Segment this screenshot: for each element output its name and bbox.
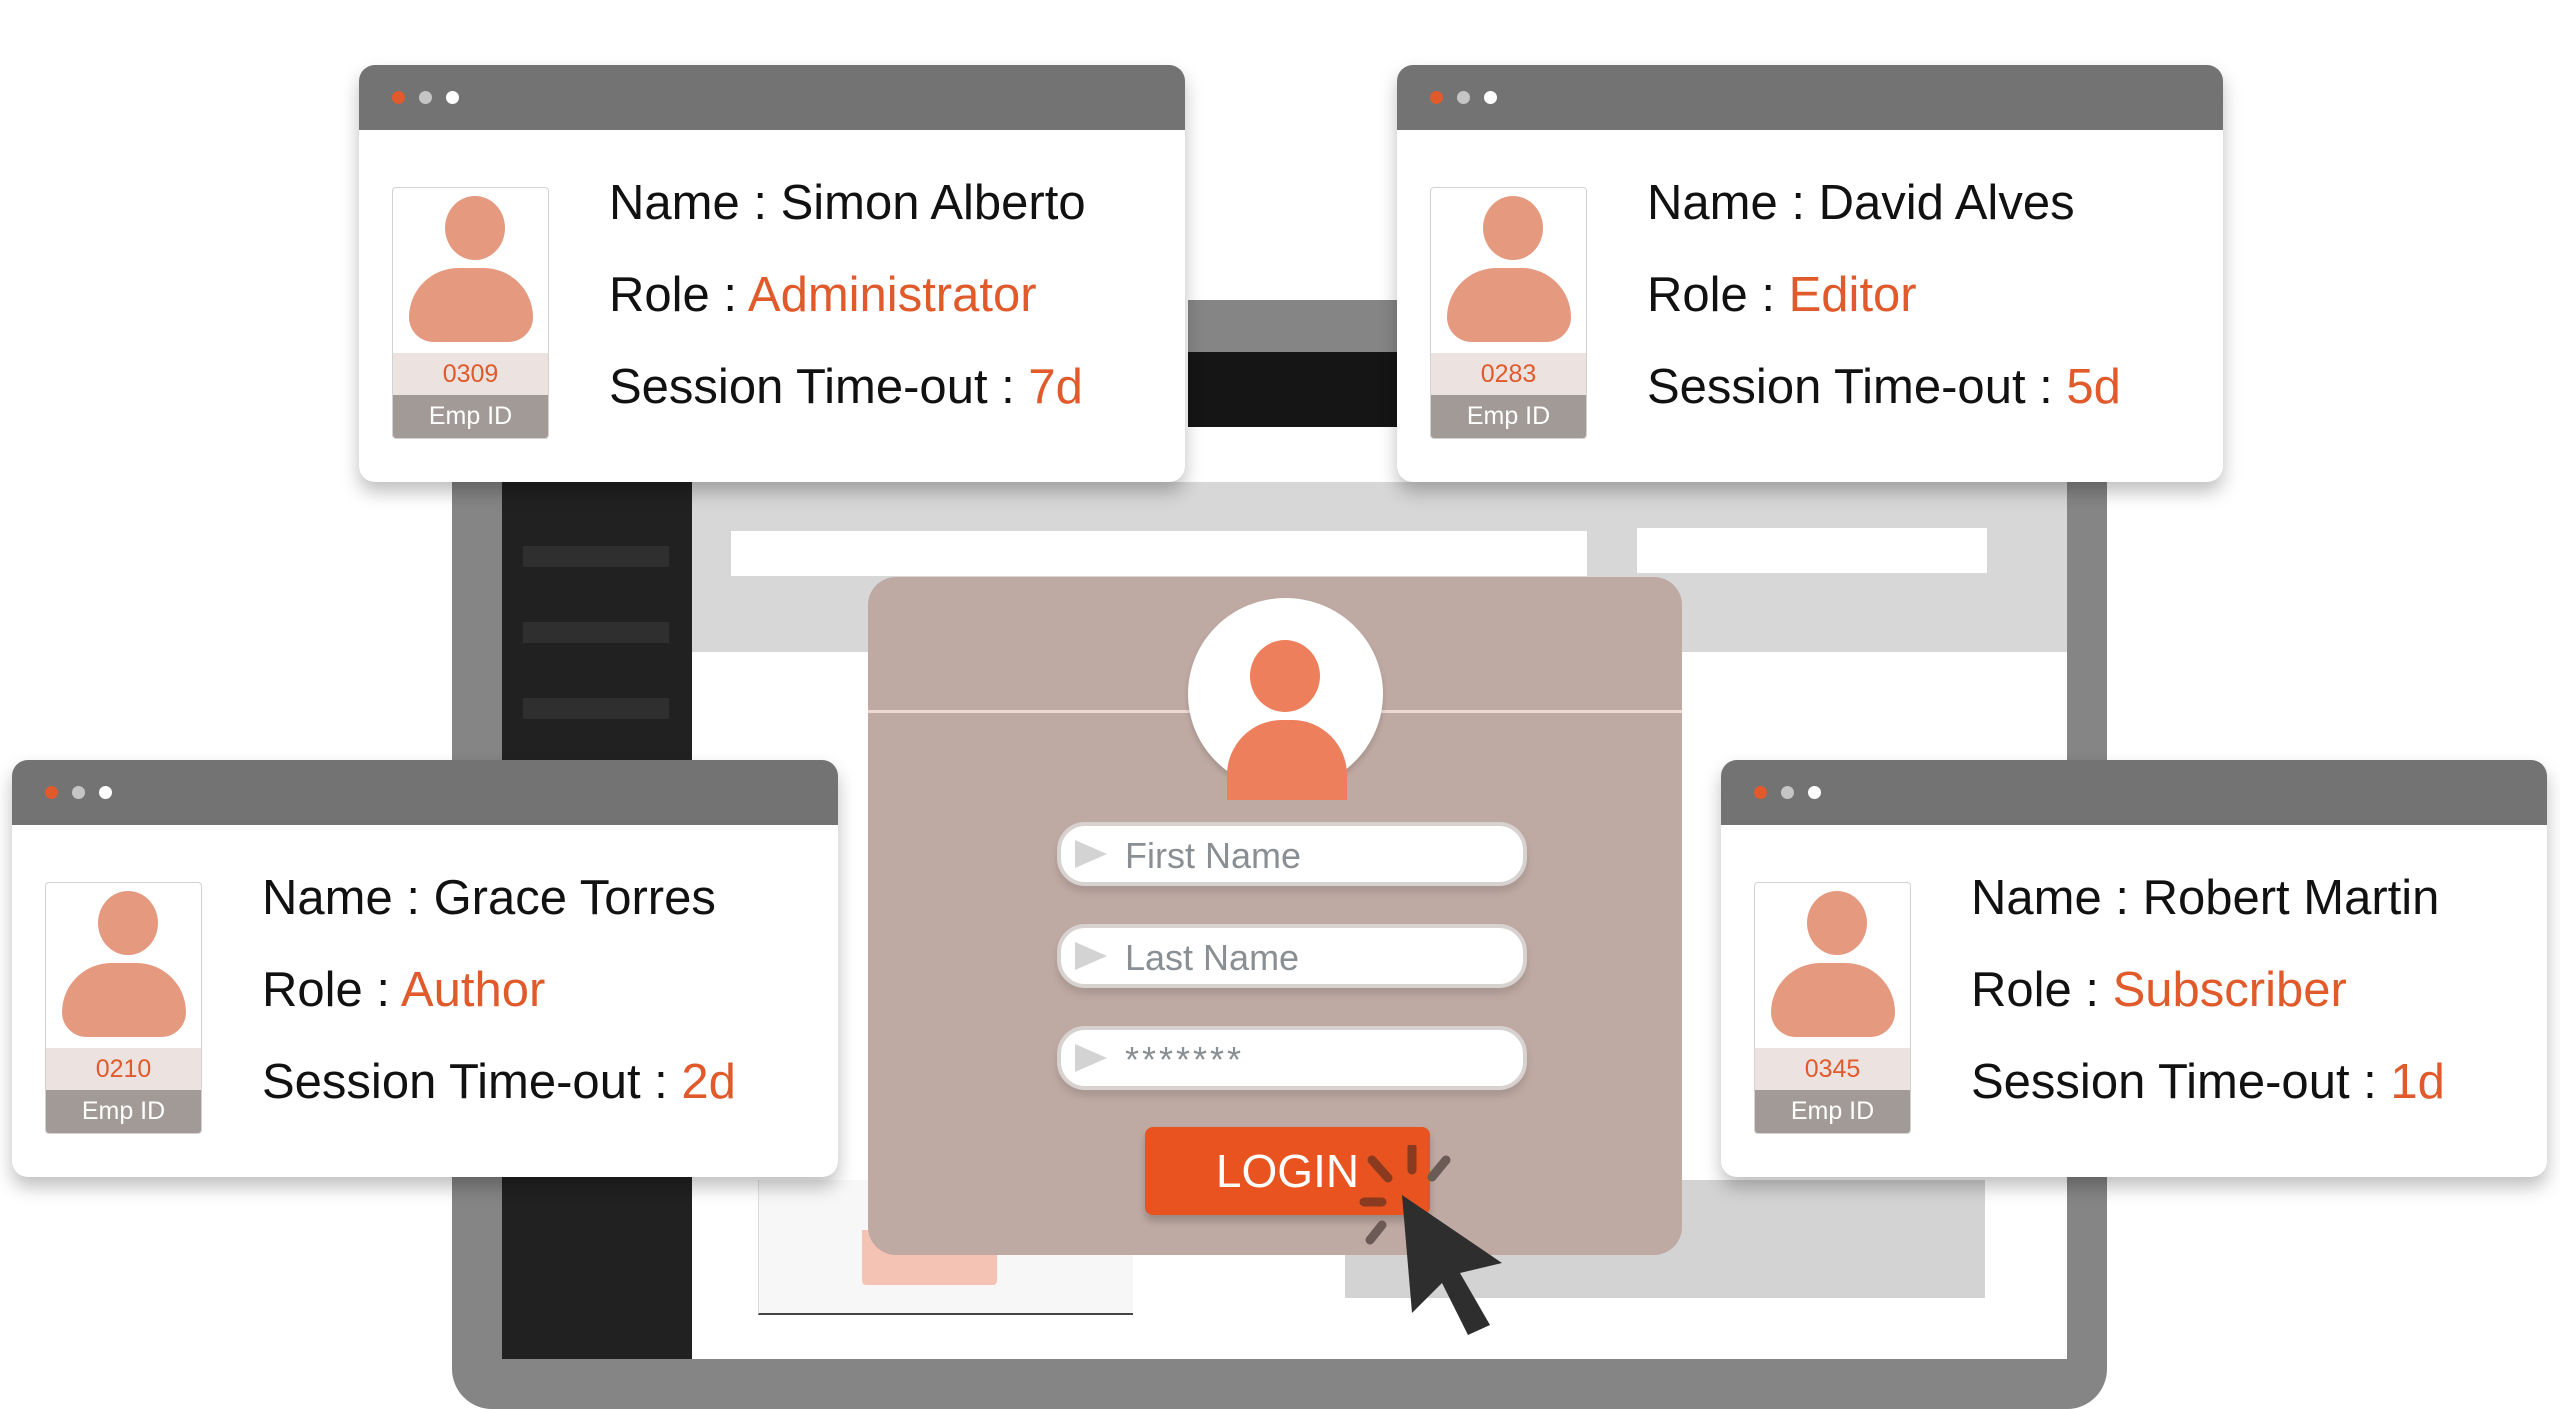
name-label: Name : (609, 176, 781, 230)
user-card: 0210 Emp ID Name : Grace Torres Role : A… (12, 760, 838, 1177)
timeout-label: Session Time-out : (1971, 1055, 2391, 1109)
emp-id-value: 0283 (1431, 353, 1586, 395)
avatar-head (1250, 640, 1320, 712)
mouse-pointer-icon (1359, 1145, 1502, 1335)
emp-id-value: 0309 (393, 353, 548, 395)
emp-id-label: Emp ID (393, 395, 548, 438)
window-dot-icon (1754, 786, 1767, 799)
name-line: Name : Simon Alberto (609, 175, 1086, 231)
employee-badge: 0345 Emp ID (1754, 882, 1911, 1134)
arrow-right-icon (1075, 1044, 1107, 1072)
sidebar-item (523, 546, 669, 567)
emp-id-label: Emp ID (1431, 395, 1586, 438)
window-dot-icon (446, 91, 459, 104)
window-dot-icon (1457, 91, 1470, 104)
role-value: Administrator (747, 268, 1037, 322)
password-value: ******* (1125, 1039, 1245, 1080)
role-line: Role : Editor (1647, 267, 1917, 323)
role-line: Role : Subscriber (1971, 962, 2347, 1018)
window-dot-icon (99, 786, 112, 799)
last-name-placeholder: Last Name (1125, 937, 1300, 978)
timeout-label: Session Time-out : (609, 360, 1029, 414)
emp-id-value: 0345 (1755, 1048, 1910, 1090)
window-dot-icon (72, 786, 85, 799)
role-value: Author (400, 963, 546, 1017)
window-dot-icon (1781, 786, 1794, 799)
role-label: Role : (262, 963, 401, 1017)
window-dot-icon (392, 91, 405, 104)
window-titlebar (12, 760, 838, 825)
timeout-line: Session Time-out : 2d (262, 1054, 736, 1110)
timeout-value: 7d (1028, 360, 1083, 414)
role-line: Role : Administrator (609, 267, 1037, 323)
name-value: Simon Alberto (780, 176, 1086, 230)
name-line: Name : Robert Martin (1971, 870, 2439, 926)
timeout-value: 1d (2390, 1055, 2445, 1109)
role-label: Role : (609, 268, 748, 322)
laptop-hinge (1188, 300, 1418, 352)
window-dot-icon (45, 786, 58, 799)
timeout-line: Session Time-out : 5d (1647, 359, 2121, 415)
arrow-right-icon (1075, 840, 1107, 868)
sidebar-item (523, 622, 669, 643)
user-card: 0283 Emp ID Name : David Alves Role : Ed… (1397, 65, 2223, 482)
first-name-input[interactable]: First Name (1057, 822, 1527, 886)
window-dot-icon (1430, 91, 1443, 104)
window-dot-icon (419, 91, 432, 104)
window-dot-icon (1484, 91, 1497, 104)
name-line: Name : Grace Torres (262, 870, 716, 926)
role-label: Role : (1971, 963, 2113, 1017)
name-value: David Alves (1818, 176, 2075, 230)
user-head-icon (1807, 891, 1867, 955)
emp-id-value: 0210 (46, 1048, 201, 1090)
role-label: Role : (1647, 268, 1789, 322)
name-label: Name : (262, 871, 434, 925)
name-value: Grace Torres (433, 871, 716, 925)
name-line: Name : David Alves (1647, 175, 2075, 231)
user-head-icon (1483, 196, 1543, 260)
timeout-line: Session Time-out : 1d (1971, 1054, 2445, 1110)
window-titlebar (1721, 760, 2547, 825)
timeout-label: Session Time-out : (1647, 360, 2067, 414)
employee-badge: 0309 Emp ID (392, 187, 549, 439)
name-label: Name : (1971, 871, 2143, 925)
window-dot-icon (1808, 786, 1821, 799)
role-value: Subscriber (2112, 963, 2347, 1017)
user-card: 0345 Emp ID Name : Robert Martin Role : … (1721, 760, 2547, 1177)
window-titlebar (359, 65, 1185, 130)
user-head-icon (98, 891, 158, 955)
arrow-right-icon (1075, 942, 1107, 970)
user-card: 0309 Emp ID Name : Simon Alberto Role : … (359, 65, 1185, 482)
user-body-icon (62, 963, 186, 1037)
user-body-icon (409, 268, 533, 342)
window-titlebar (1397, 65, 2223, 130)
name-label: Name : (1647, 176, 1819, 230)
name-value: Robert Martin (2142, 871, 2440, 925)
user-body-icon (1771, 963, 1895, 1037)
first-name-placeholder: First Name (1125, 835, 1302, 876)
sidebar-item (523, 698, 669, 719)
emp-id-label: Emp ID (46, 1090, 201, 1133)
timeout-label: Session Time-out : (262, 1055, 682, 1109)
role-value: Editor (1788, 268, 1917, 322)
last-name-input[interactable]: Last Name (1057, 924, 1527, 988)
emp-id-label: Emp ID (1755, 1090, 1910, 1133)
timeout-line: Session Time-out : 7d (609, 359, 1083, 415)
employee-badge: 0210 Emp ID (45, 882, 202, 1134)
laptop-bezel (1188, 352, 1418, 427)
timeout-value: 5d (2066, 360, 2121, 414)
screen-search-bar (731, 531, 1587, 576)
employee-badge: 0283 Emp ID (1430, 187, 1587, 439)
timeout-value: 2d (681, 1055, 736, 1109)
user-head-icon (445, 196, 505, 260)
role-line: Role : Author (262, 962, 545, 1018)
password-input[interactable]: ******* (1057, 1026, 1527, 1090)
screen-input-box (1637, 528, 1987, 573)
user-body-icon (1447, 268, 1571, 342)
